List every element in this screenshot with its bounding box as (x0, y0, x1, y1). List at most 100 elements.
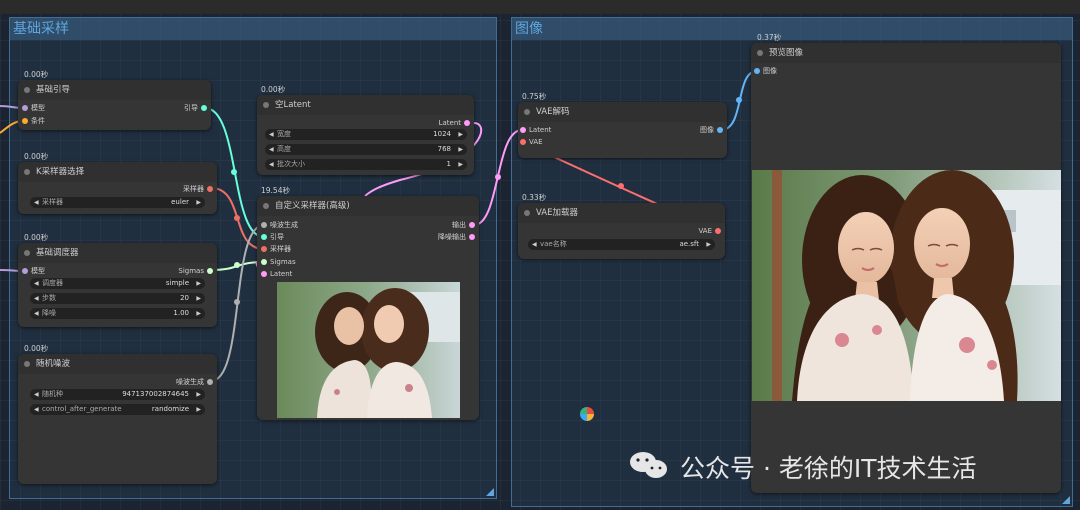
node-header[interactable]: VAE解码 (518, 102, 727, 122)
node-basic-scheduler[interactable]: 基础调度器 模型 Sigmas ◀ 调度器 simple ▶ ◀ 步数 20 ▶ ◀ 降噪 1.… (18, 243, 217, 327)
decrement-arrow[interactable]: ◀ (34, 278, 39, 289)
widget-steps[interactable]: ◀ 步数 20 ▶ (30, 293, 205, 304)
input-slot-sigmas[interactable]: Sigmas (261, 256, 296, 268)
input-slot-vae[interactable]: VAE (520, 136, 543, 148)
collapse-dot[interactable] (24, 87, 30, 93)
widget-scheduler[interactable]: ◀ 调度器 simple ▶ (30, 278, 205, 289)
slot-dot[interactable] (520, 139, 526, 145)
output-slot-noise[interactable]: 噪波生成 (176, 376, 213, 388)
input-slot-model[interactable]: 模型 (22, 265, 45, 277)
output-slot-sigmas[interactable]: Sigmas (178, 265, 213, 277)
node-header[interactable]: 基础调度器 (18, 243, 217, 263)
output-slot-output[interactable]: 输出 (452, 219, 475, 231)
collapse-dot[interactable] (524, 210, 530, 216)
output-slot-denoised-output[interactable]: 降噪输出 (438, 231, 475, 243)
input-slot-model[interactable]: 模型 (22, 102, 45, 114)
slot-dot[interactable] (717, 127, 723, 133)
increment-arrow[interactable]: ▶ (706, 239, 711, 250)
slot-dot[interactable] (469, 222, 475, 228)
decrement-arrow[interactable]: ◀ (34, 389, 39, 400)
increment-arrow[interactable]: ▶ (196, 308, 201, 319)
slot-dot[interactable] (715, 228, 721, 234)
node-vae-loader[interactable]: VAE加载器 VAE ◀ vae名称 ae.sft ▶ (518, 203, 725, 259)
slot-dot[interactable] (469, 234, 475, 240)
group-title[interactable]: 图像 (512, 18, 1072, 40)
widget-vae-name[interactable]: ◀ vae名称 ae.sft ▶ (528, 239, 715, 250)
node-header[interactable]: 自定义采样器(高级) (257, 196, 479, 216)
slot-dot[interactable] (207, 186, 213, 192)
widget-height[interactable]: ◀ 高度 768 ▶ (265, 144, 467, 155)
increment-arrow[interactable]: ▶ (196, 389, 201, 400)
decrement-arrow[interactable]: ◀ (532, 239, 537, 250)
increment-arrow[interactable]: ▶ (458, 159, 463, 170)
input-slot-latent[interactable]: Latent (520, 124, 551, 136)
input-slot-sampler[interactable]: 采样器 (261, 243, 291, 255)
widget-sampler-name[interactable]: ◀ 采样器 euler ▶ (30, 197, 205, 208)
output-slot-image[interactable]: 图像 (700, 124, 723, 136)
node-basic-guider[interactable]: 基础引导 模型 条件 引导 (18, 80, 211, 130)
slot-dot[interactable] (207, 379, 213, 385)
increment-arrow[interactable]: ▶ (196, 197, 201, 208)
output-slot-vae[interactable]: VAE (698, 225, 721, 237)
input-slot-guider[interactable]: 引导 (261, 231, 284, 243)
input-slot-noise[interactable]: 噪波生成 (261, 219, 298, 231)
increment-arrow[interactable]: ▶ (458, 144, 463, 155)
collapse-dot[interactable] (24, 250, 30, 256)
decrement-arrow[interactable]: ◀ (269, 144, 274, 155)
slot-dot[interactable] (261, 234, 267, 240)
node-header[interactable]: 基础引导 (18, 80, 211, 100)
output-slot-latent[interactable]: Latent (439, 117, 470, 129)
decrement-arrow[interactable]: ◀ (269, 159, 274, 170)
collapse-dot[interactable] (757, 50, 763, 56)
node-header[interactable]: K采样器选择 (18, 162, 217, 182)
node-header[interactable]: 空Latent (257, 95, 474, 115)
slot-dot[interactable] (261, 271, 267, 277)
node-vae-decode[interactable]: VAE解码 Latent VAE 图像 (518, 102, 727, 158)
group-resize-handle[interactable] (486, 488, 494, 496)
slot-dot[interactable] (261, 222, 267, 228)
slot-dot[interactable] (22, 268, 28, 274)
slot-dot[interactable] (464, 120, 470, 126)
input-slot-conditioning[interactable]: 条件 (22, 115, 45, 127)
node-header[interactable]: VAE加载器 (518, 203, 725, 223)
widget-width[interactable]: ◀ 宽度 1024 ▶ (265, 129, 467, 140)
slot-dot[interactable] (201, 105, 207, 111)
input-slot-latent[interactable]: Latent (261, 268, 292, 280)
slot-dot[interactable] (261, 259, 267, 265)
slot-dot[interactable] (22, 118, 28, 124)
input-slot-image[interactable]: 图像 (754, 65, 777, 77)
increment-arrow[interactable]: ▶ (196, 404, 201, 415)
increment-arrow[interactable]: ▶ (196, 278, 201, 289)
slot-dot[interactable] (520, 127, 526, 133)
node-empty-latent[interactable]: 空Latent Latent ◀ 宽度 1024 ▶ ◀ 高度 768 ▶ ◀ 批次大小 1 ▶ (257, 95, 474, 175)
widget-denoise[interactable]: ◀ 降噪 1.00 ▶ (30, 308, 205, 319)
decrement-arrow[interactable]: ◀ (34, 293, 39, 304)
slot-dot[interactable] (261, 246, 267, 252)
decrement-arrow[interactable]: ◀ (269, 129, 274, 140)
widget-seed[interactable]: ◀ 随机种 947137002874645 ▶ (30, 389, 205, 400)
node-header[interactable]: 预览图像 (751, 43, 1061, 63)
output-slot-guider[interactable]: 引导 (184, 102, 207, 114)
collapse-dot[interactable] (24, 169, 30, 175)
widget-control-after-generate[interactable]: ◀ control_after_generate randomize ▶ (30, 404, 205, 415)
slot-dot[interactable] (22, 105, 28, 111)
collapse-dot[interactable] (263, 203, 269, 209)
decrement-arrow[interactable]: ◀ (34, 197, 39, 208)
collapse-dot[interactable] (24, 361, 30, 367)
slot-dot[interactable] (207, 268, 213, 274)
increment-arrow[interactable]: ▶ (196, 293, 201, 304)
node-random-noise[interactable]: 随机噪波 噪波生成 ◀ 随机种 947137002874645 ▶ ◀ control_… (18, 354, 217, 484)
group-resize-handle[interactable] (1062, 496, 1070, 504)
node-ksampler-select[interactable]: K采样器选择 采样器 ◀ 采样器 euler ▶ (18, 162, 217, 214)
node-custom-sampler-advanced[interactable]: 自定义采样器(高级) 噪波生成 引导 采样器 Sigmas Latent 输出 … (257, 196, 479, 420)
increment-arrow[interactable]: ▶ (458, 129, 463, 140)
decrement-arrow[interactable]: ◀ (34, 308, 39, 319)
node-preview-image[interactable]: 预览图像 图像 (751, 43, 1061, 493)
output-slot-sampler[interactable]: 采样器 (183, 183, 213, 195)
node-header[interactable]: 随机噪波 (18, 354, 217, 374)
widget-batch-size[interactable]: ◀ 批次大小 1 ▶ (265, 159, 467, 170)
decrement-arrow[interactable]: ◀ (34, 404, 39, 415)
collapse-dot[interactable] (263, 102, 269, 108)
group-title[interactable]: 基础采样 (10, 18, 496, 40)
collapse-dot[interactable] (524, 109, 530, 115)
